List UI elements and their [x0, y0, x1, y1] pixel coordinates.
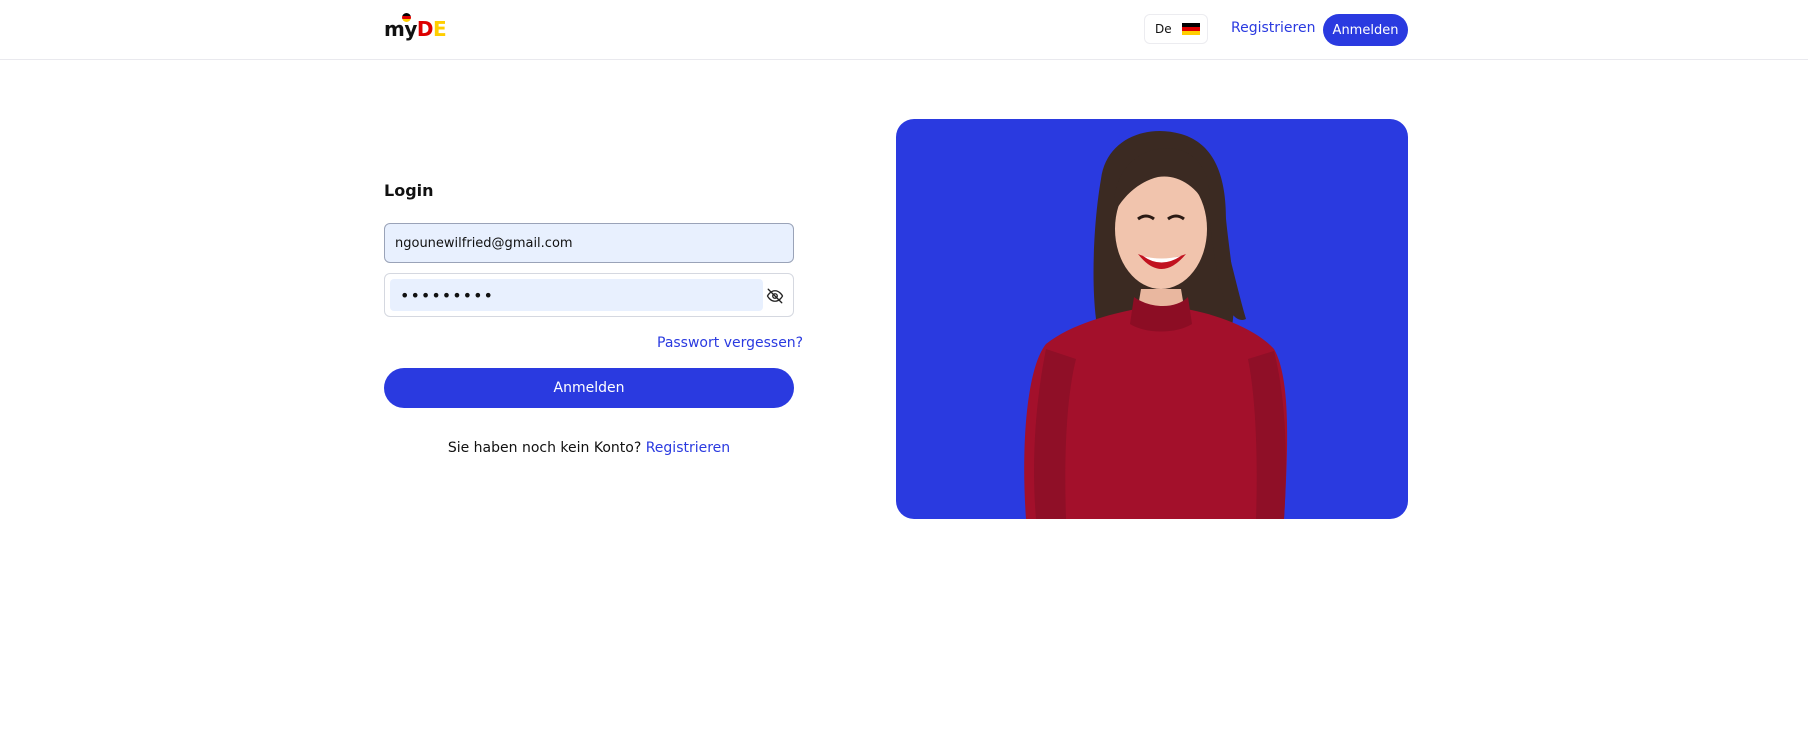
nav-register-link[interactable]: Registrieren: [1231, 20, 1315, 36]
forgot-password-link[interactable]: Passwort vergessen?: [657, 335, 803, 351]
language-label: De: [1155, 22, 1172, 36]
password-field[interactable]: [390, 279, 763, 311]
flag-germany-icon: [1181, 23, 1200, 35]
hero-image: [896, 119, 1408, 519]
login-submit-button[interactable]: Anmelden: [384, 368, 794, 408]
logo[interactable]: myDE: [384, 13, 448, 42]
logo-text: myDE: [384, 17, 447, 41]
email-field[interactable]: [384, 223, 794, 263]
nav-login-button[interactable]: Anmelden: [1323, 14, 1408, 46]
login-title: Login: [384, 181, 434, 200]
signup-prompt: Sie haben noch kein Konto? Registrieren: [384, 440, 794, 456]
eye-off-icon[interactable]: [766, 287, 784, 305]
password-field-wrapper: [384, 273, 794, 317]
language-selector[interactable]: De: [1144, 14, 1208, 44]
smiling-woman-illustration: [1024, 131, 1288, 519]
no-account-text: Sie haben noch kein Konto?: [447, 440, 642, 456]
top-navbar: myDE De Registrieren Anmelden: [0, 0, 1808, 60]
signup-link[interactable]: Registrieren: [646, 440, 730, 456]
